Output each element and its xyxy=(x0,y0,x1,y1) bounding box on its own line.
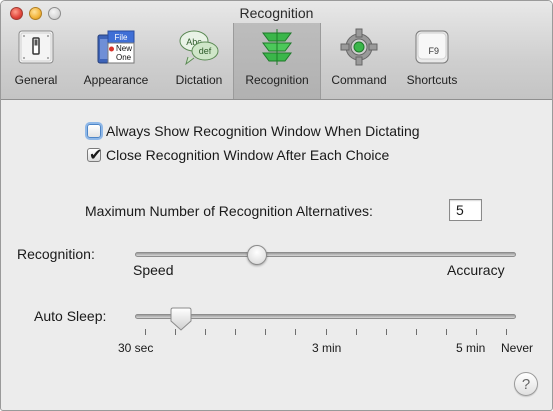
recognition-max-label: Accuracy xyxy=(447,262,505,278)
recognition-slider-track[interactable] xyxy=(135,252,516,257)
auto-sleep-tick-mark xyxy=(445,329,447,335)
gear-icon xyxy=(337,25,381,69)
auto-sleep-label: Auto Sleep: xyxy=(34,308,107,324)
tab-shortcuts-label: Shortcuts xyxy=(406,73,458,87)
always-show-option[interactable]: Always Show Recognition Window When Dict… xyxy=(87,123,420,139)
auto-sleep-tick-mark xyxy=(475,329,477,335)
appearance-new-text: New xyxy=(116,44,132,53)
tab-recognition-label: Recognition xyxy=(245,73,309,87)
auto-sleep-tick-mark xyxy=(415,329,417,335)
auto-sleep-tick-5min: 5 min xyxy=(456,341,486,355)
tab-appearance[interactable]: File New One Appearance xyxy=(67,23,165,99)
tab-general-label: General xyxy=(14,73,58,87)
auto-sleep-tick-mark xyxy=(205,329,207,335)
auto-sleep-tick-mark xyxy=(506,329,507,335)
switch-icon xyxy=(14,25,58,69)
close-window-label: Close Recognition Window After Each Choi… xyxy=(106,147,390,163)
auto-sleep-tick-mark xyxy=(325,329,327,335)
recognition-arrows-icon xyxy=(255,25,299,69)
shortcuts-key-text: F9 xyxy=(428,46,439,56)
dictation-def-text: def xyxy=(199,46,212,56)
recognition-pane: Always Show Recognition Window When Dict… xyxy=(1,101,552,410)
auto-sleep-slider-track[interactable] xyxy=(135,314,516,319)
tab-command[interactable]: Command xyxy=(321,23,397,99)
auto-sleep-tick-mark xyxy=(265,329,267,335)
auto-sleep-tick-never: Never xyxy=(501,341,534,355)
always-show-label: Always Show Recognition Window When Dict… xyxy=(106,123,420,139)
tab-general[interactable]: General xyxy=(5,23,67,99)
tab-recognition[interactable]: Recognition xyxy=(233,23,321,99)
close-window-option[interactable]: ✔ Close Recognition Window After Each Ch… xyxy=(87,147,390,164)
auto-sleep-tick-mark xyxy=(145,329,146,335)
window-title: Recognition xyxy=(239,5,314,21)
tab-shortcuts[interactable]: F9 Shortcuts xyxy=(397,23,467,99)
auto-sleep-tick-mark xyxy=(385,329,387,335)
titlebar-toolbar: Recognition General File New One Appeara… xyxy=(1,1,552,100)
tab-dictation[interactable]: Abc def Dictation xyxy=(165,23,233,99)
tab-appearance-label: Appearance xyxy=(83,73,149,87)
preferences-toolbar: General File New One Appearance Abc def … xyxy=(5,23,467,99)
tab-command-label: Command xyxy=(331,73,387,87)
speech-bubbles-icon: Abc def xyxy=(177,25,221,69)
auto-sleep-tick-30sec: 30 sec xyxy=(118,341,154,355)
always-show-checkbox[interactable] xyxy=(87,124,101,138)
recognition-slider-knob[interactable] xyxy=(246,245,267,265)
auto-sleep-slider-knob[interactable] xyxy=(170,307,192,331)
recognition-min-label: Speed xyxy=(133,262,174,278)
auto-sleep-tick-mark xyxy=(355,329,357,335)
checkmark-icon: ✔ xyxy=(89,147,103,164)
recognition-slider-label: Recognition: xyxy=(17,246,95,262)
auto-sleep-tick-mark xyxy=(295,329,297,335)
appearance-one-text: One xyxy=(116,53,132,62)
f9-key-icon: F9 xyxy=(410,25,454,69)
auto-sleep-tick-mark xyxy=(235,329,237,335)
menu-icon: File New One xyxy=(94,25,138,69)
close-window-checkbox[interactable]: ✔ xyxy=(87,147,103,164)
tab-dictation-label: Dictation xyxy=(175,73,223,87)
alternatives-label: Maximum Number of Recognition Alternativ… xyxy=(85,203,373,219)
alternatives-input[interactable]: 5 xyxy=(449,199,482,221)
preferences-window: Recognition General File New One Appeara… xyxy=(0,0,553,411)
appearance-file-text: File xyxy=(115,33,128,42)
auto-sleep-tick-3min: 3 min xyxy=(312,341,342,355)
help-button[interactable]: ? xyxy=(514,372,538,396)
